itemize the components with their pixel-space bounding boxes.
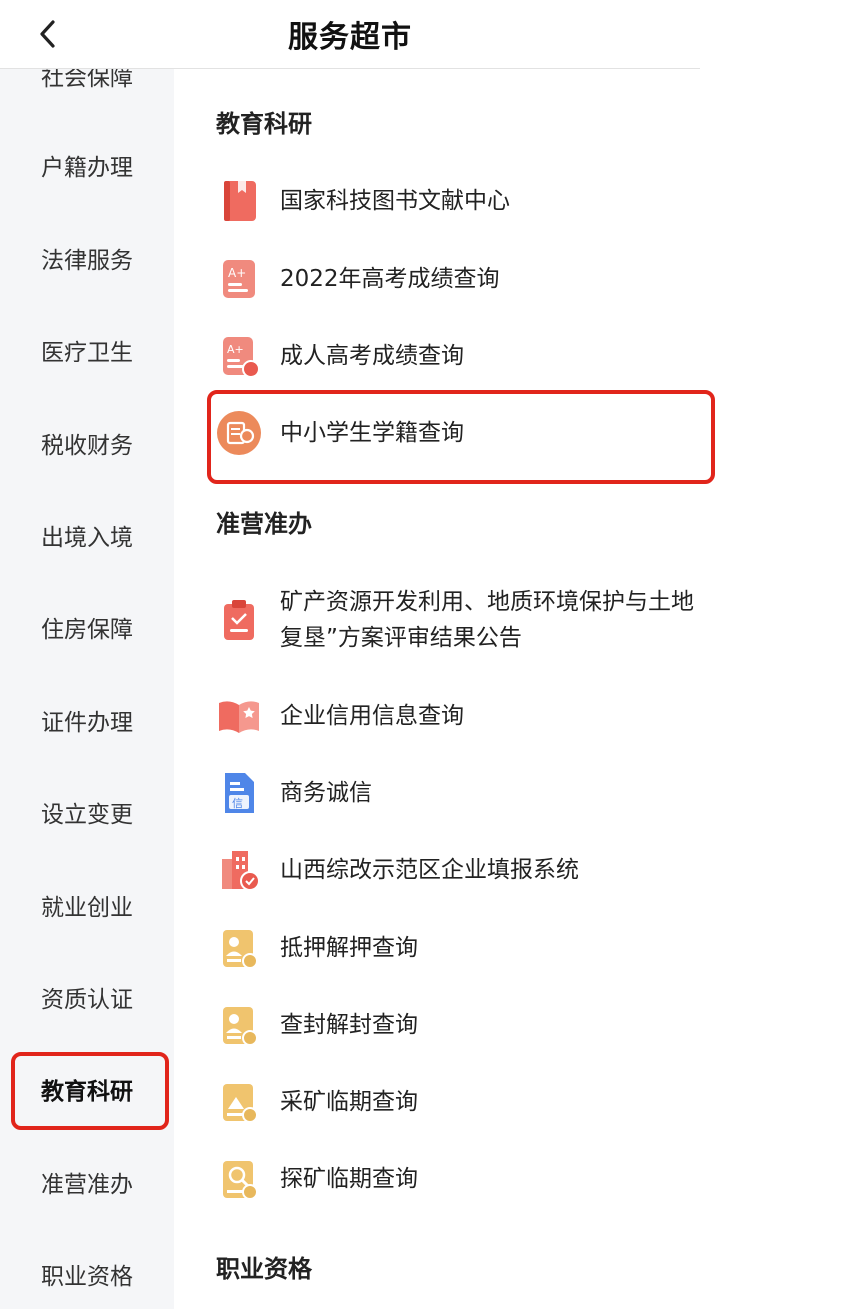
- building-icon: [222, 851, 260, 891]
- service-item-exploration-expiry-query[interactable]: 探矿临期查询: [216, 1156, 736, 1202]
- book-icon: [224, 181, 256, 221]
- service-label: 成人高考成绩查询: [280, 343, 464, 369]
- sidebar-item-employment[interactable]: 就业创业: [0, 875, 174, 935]
- clipboard-icon: [224, 600, 254, 640]
- sidebar-item-household-registration[interactable]: 户籍办理: [0, 135, 174, 195]
- service-item-mineral-announcement[interactable]: 矿产资源开发利用、地质环境保护与土地复垦”方案评审结果公告: [216, 584, 736, 656]
- adult-exam-icon: A+: [223, 337, 260, 378]
- sidebar-item-legal-services[interactable]: 法律服务: [0, 228, 174, 288]
- svg-text:A+: A+: [228, 266, 246, 280]
- mortgage-icon: [223, 930, 258, 969]
- sidebar-item-qualification[interactable]: 资质认证: [0, 967, 174, 1027]
- service-item-mortgage-query[interactable]: 抵押解押查询: [216, 925, 736, 971]
- selected-service-highlight: [207, 390, 715, 484]
- service-label: 抵押解押查询: [280, 935, 418, 961]
- open-book-icon: [219, 701, 259, 733]
- credit-document-icon: 信: [225, 773, 254, 813]
- sidebar-item-tax-finance[interactable]: 税收财务: [0, 413, 174, 473]
- page-title: 服务超市: [288, 20, 412, 55]
- sidebar-item-social-security[interactable]: 社会保障: [0, 69, 174, 105]
- section-title-education: 教育科研: [216, 110, 312, 138]
- mining-icon: [223, 1084, 258, 1123]
- exam-score-icon: A+: [223, 260, 255, 298]
- service-item-adult-exam-score[interactable]: A+ 成人高考成绩查询: [216, 333, 736, 379]
- service-item-enterprise-credit[interactable]: 企业信用信息查询: [216, 693, 736, 739]
- service-item-enterprise-filing-system[interactable]: 山西综改示范区企业填报系统: [216, 847, 736, 893]
- service-label: 矿产资源开发利用、地质环境保护与土地复垦”方案评审结果公告: [280, 589, 694, 651]
- seal-icon: [223, 1007, 258, 1046]
- service-item-gaokao-score[interactable]: A+ 2022年高考成绩查询: [216, 256, 736, 302]
- sidebar-item-exit-entry[interactable]: 出境入境: [0, 505, 174, 565]
- service-label: 山西综改示范区企业填报系统: [280, 857, 579, 883]
- sidebar-item-medical-health[interactable]: 医疗卫生: [0, 320, 174, 380]
- sidebar-item-certificates[interactable]: 证件办理: [0, 690, 174, 750]
- service-item-business-integrity[interactable]: 信 商务诚信: [216, 770, 736, 816]
- service-label: 2022年高考成绩查询: [280, 266, 500, 292]
- sidebar-item-professional-qualification[interactable]: 职业资格: [0, 1244, 174, 1304]
- service-label: 查封解封查询: [280, 1012, 418, 1038]
- svg-text:信: 信: [232, 797, 243, 810]
- sidebar-item-establishment-change[interactable]: 设立变更: [0, 782, 174, 842]
- svg-text:A+: A+: [227, 343, 244, 356]
- top-bar: 服务超市: [0, 0, 700, 69]
- service-item-science-library[interactable]: 国家科技图书文献中心: [216, 178, 736, 224]
- service-list: 教育科研 国家科技图书文献中心 A+ 2022年高考成绩查询 A+ 成人高考成绩…: [174, 69, 842, 1309]
- section-title-business-permit: 准营准办: [216, 510, 312, 538]
- service-label: 商务诚信: [280, 780, 372, 806]
- service-item-mining-expiry-query[interactable]: 采矿临期查询: [216, 1079, 736, 1125]
- section-title-professional-qualification: 职业资格: [216, 1255, 312, 1283]
- service-label: 国家科技图书文献中心: [280, 188, 510, 214]
- service-label: 采矿临期查询: [280, 1089, 418, 1115]
- sidebar-item-housing[interactable]: 住房保障: [0, 597, 174, 657]
- active-category-highlight: [11, 1052, 169, 1130]
- sidebar-item-business-permit[interactable]: 准营准办: [0, 1152, 174, 1212]
- service-item-seizure-query[interactable]: 查封解封查询: [216, 1002, 736, 1048]
- exploration-icon: [223, 1161, 258, 1200]
- service-label: 探矿临期查询: [280, 1166, 418, 1192]
- service-label: 企业信用信息查询: [280, 703, 464, 729]
